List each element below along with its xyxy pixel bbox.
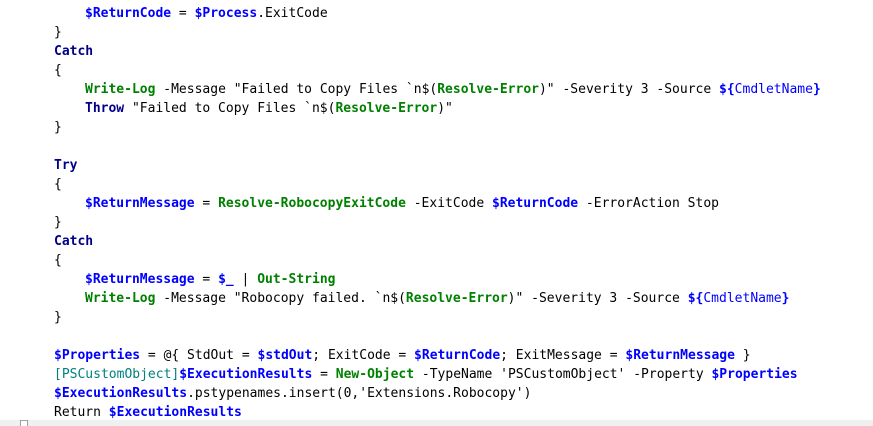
- code-token: $ReturnMessage: [85, 272, 195, 287]
- code-token: .ExitCode: [257, 6, 328, 21]
- code-token: Catch: [54, 234, 94, 249]
- code-token: -Severity: [523, 291, 610, 306]
- code-line[interactable]: $Properties = @{ StdOut = $stdOut; ExitC…: [0, 346, 751, 365]
- code-line[interactable]: {: [0, 61, 62, 80]
- code-token: 3: [640, 82, 649, 97]
- code-token: $ExecutionResults: [54, 386, 188, 401]
- code-token: Catch: [54, 44, 94, 59]
- code-line[interactable]: $ExecutionResults.pstypenames.insert(0,'…: [0, 384, 531, 403]
- code-token: New-Object: [335, 367, 415, 382]
- code-token: Out-String: [257, 272, 336, 287]
- code-token: Resolve-Error: [437, 82, 539, 97]
- code-token: )": [538, 82, 555, 97]
- code-token: $ExecutionResults: [108, 405, 242, 420]
- horizontal-scrollbar[interactable]: [0, 420, 873, 426]
- code-line[interactable]: }: [0, 118, 62, 137]
- code-token: [PSCustomObject]: [54, 367, 180, 382]
- code-token: $ReturnMessage: [85, 196, 195, 211]
- code-token: = @{ StdOut =: [140, 348, 258, 363]
- code-token: }: [54, 25, 62, 40]
- code-token: "Failed to Copy Files `n$(: [124, 101, 336, 116]
- code-token: Throw: [85, 101, 125, 116]
- code-token: }: [734, 348, 751, 363]
- code-line[interactable]: }: [0, 23, 62, 42]
- code-line[interactable]: Write-Log -Message "Failed to Copy Files…: [0, 80, 821, 99]
- code-token: .pstypenames.insert(0,'Extensions.Roboco…: [187, 386, 532, 401]
- code-token: }: [54, 310, 62, 325]
- code-token: }: [781, 291, 790, 306]
- code-token: $ExecutionResults: [179, 367, 313, 382]
- code-line[interactable]: {: [0, 175, 62, 194]
- code-token: CmdletName: [703, 291, 782, 306]
- code-token: )": [507, 291, 524, 306]
- code-token: "Robocopy failed. `n$(: [233, 291, 406, 306]
- code-token: $ReturnCode: [85, 6, 172, 21]
- code-line[interactable]: Write-Log -Message "Robocopy failed. `n$…: [0, 289, 789, 308]
- code-token: ; ExitCode =: [312, 348, 415, 363]
- code-token: $ReturnMessage: [625, 348, 735, 363]
- code-token: $ReturnCode: [414, 348, 501, 363]
- code-token: {: [54, 177, 62, 192]
- code-line[interactable]: }: [0, 213, 62, 232]
- code-line[interactable]: Try: [0, 156, 77, 175]
- code-token: Try: [54, 158, 78, 173]
- code-token: ${: [719, 82, 735, 97]
- code-token: )": [437, 101, 453, 116]
- code-token: $Properties: [711, 367, 798, 382]
- code-token: ; ExitMessage =: [500, 348, 626, 363]
- code-token: =: [194, 272, 219, 287]
- code-line[interactable]: $ReturnMessage = $_ | Out-String: [0, 270, 335, 289]
- code-token: -Message: [155, 82, 234, 97]
- code-line[interactable]: $ReturnMessage = Resolve-RobocopyExitCod…: [0, 194, 719, 213]
- code-token: Write-Log: [85, 291, 156, 306]
- code-token: CmdletName: [734, 82, 813, 97]
- code-token: $stdOut: [257, 348, 313, 363]
- code-token: $Properties: [54, 348, 141, 363]
- code-token: ${: [687, 291, 704, 306]
- code-token: }: [54, 120, 62, 135]
- code-line[interactable]: {: [0, 251, 62, 270]
- code-token: "Failed to Copy Files `n$(: [233, 82, 438, 97]
- code-token: -Severity: [554, 82, 641, 97]
- code-token: =: [312, 367, 336, 382]
- code-token: Resolve-Error: [405, 291, 508, 306]
- code-editor[interactable]: $ReturnCode = $Process.ExitCode} Catch { Wr…: [0, 0, 873, 426]
- code-token: $_: [218, 272, 234, 287]
- code-line[interactable]: Catch: [0, 232, 93, 251]
- code-line[interactable]: }: [0, 308, 62, 327]
- code-token: $Process: [194, 6, 258, 21]
- code-token: Return: [54, 405, 109, 420]
- code-token: |: [233, 272, 258, 287]
- code-token: -ErrorAction Stop: [578, 196, 719, 211]
- code-token: }: [812, 82, 821, 97]
- code-line[interactable]: [PSCustomObject]$ExecutionResults = New-…: [0, 365, 798, 384]
- code-token: -Source: [648, 82, 720, 97]
- code-token: -Source: [617, 291, 688, 306]
- code-token: -TypeName: [414, 367, 501, 382]
- code-line[interactable]: Catch: [0, 42, 93, 61]
- code-token: -Property: [625, 367, 712, 382]
- fold-marker-icon[interactable]: [20, 420, 28, 426]
- code-token: {: [54, 63, 62, 78]
- code-token: -Message: [155, 291, 234, 306]
- code-token: $ReturnCode: [492, 196, 579, 211]
- code-line[interactable]: $ReturnCode = $Process.ExitCode: [0, 4, 328, 23]
- code-token: 'PSCustomObject': [500, 367, 626, 382]
- code-token: -ExitCode: [405, 196, 492, 211]
- code-token: =: [171, 6, 195, 21]
- code-token: Resolve-Error: [335, 101, 438, 116]
- code-token: Write-Log: [85, 82, 156, 97]
- code-token: {: [54, 253, 62, 268]
- code-token: =: [194, 196, 219, 211]
- code-token: Resolve-RobocopyExitCode: [218, 196, 406, 211]
- code-token: }: [54, 215, 62, 230]
- code-line[interactable]: Throw "Failed to Copy Files `n$(Resolve-…: [0, 99, 453, 118]
